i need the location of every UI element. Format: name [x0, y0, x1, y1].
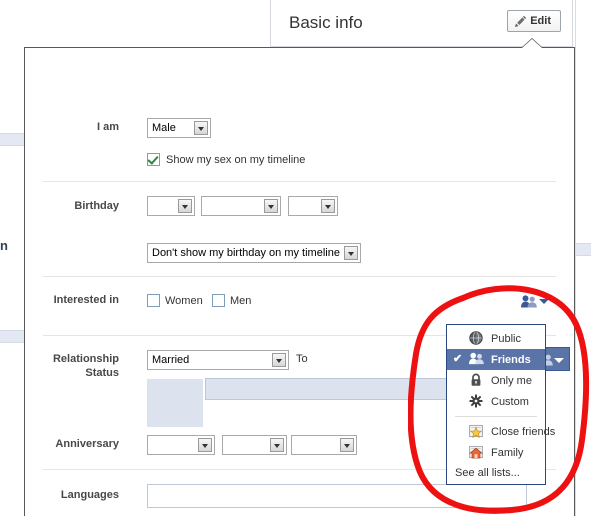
pencil-icon: [515, 15, 527, 27]
anniversary-month-select[interactable]: [147, 435, 215, 455]
row-label-gender: I am: [96, 121, 119, 133]
menu-item-label: Friends: [491, 353, 531, 366]
relationship-status-value: Married: [152, 354, 190, 366]
row-label-anniversary: Anniversary: [55, 438, 119, 450]
background-right-column: [575, 0, 591, 516]
chevron-down-icon: [198, 438, 212, 452]
edit-button[interactable]: Edit: [507, 10, 561, 32]
privacy-audience-menu: Public ✔ Friends Only me Custom Close fr…: [446, 324, 555, 485]
chevron-down-icon: [554, 358, 564, 363]
interested-women-checkbox[interactable]: [147, 294, 160, 307]
menu-item-close-friends[interactable]: Close friends: [447, 421, 555, 442]
menu-item-custom[interactable]: Custom: [447, 391, 545, 412]
dialog-pointer: [522, 39, 542, 48]
interested-men-checkbox[interactable]: [212, 294, 225, 307]
chevron-down-icon: [321, 199, 335, 213]
page-title: Basic info: [289, 13, 363, 32]
languages-input[interactable]: [147, 484, 527, 508]
show-sex-checkbox-label: Show my sex on my timeline: [166, 154, 306, 166]
menu-item-family[interactable]: Family: [447, 442, 545, 463]
home-list-icon: [469, 445, 483, 459]
row-label-relationship-status: Relationship Status: [52, 353, 119, 379]
chevron-down-icon: [178, 199, 192, 213]
chevron-down-icon: [272, 353, 286, 367]
chevron-down-icon: [264, 199, 278, 213]
chevron-down-icon: [340, 438, 354, 452]
menu-item-label: Close friends: [491, 425, 556, 438]
birthday-day-select[interactable]: [201, 196, 281, 216]
check-icon: ✔: [453, 353, 463, 365]
birthday-visibility-value: Don't show my birthday on my timeline: [152, 247, 340, 259]
row-divider: [43, 276, 556, 277]
row-divider: [43, 181, 556, 182]
birthday-year-select[interactable]: [288, 196, 338, 216]
menu-item-label: Family: [491, 446, 524, 459]
birthday-visibility-select[interactable]: Don't show my birthday on my timeline: [147, 243, 361, 263]
menu-item-label: Custom: [491, 395, 529, 408]
gender-select[interactable]: Male: [147, 118, 211, 138]
menu-item-label: Public: [491, 332, 521, 345]
friends-icon: [469, 352, 484, 366]
menu-item-friends[interactable]: ✔ Friends: [447, 349, 545, 370]
globe-icon: [469, 331, 483, 345]
chevron-down-icon: [344, 246, 358, 260]
background-bar: [0, 330, 26, 343]
birthday-month-select[interactable]: [147, 196, 195, 216]
background-bar: [0, 133, 26, 146]
chevron-down-icon: [539, 299, 549, 304]
background-text-fragment: n: [0, 238, 8, 253]
gear-icon: [469, 394, 483, 408]
menu-item-public[interactable]: Public: [447, 328, 545, 349]
row-label-languages: Languages: [60, 489, 119, 501]
anniversary-day-select[interactable]: [222, 435, 287, 455]
chevron-down-icon: [270, 438, 284, 452]
menu-item-see-all-lists[interactable]: See all lists...: [447, 463, 545, 482]
gender-select-value: Male: [152, 122, 176, 134]
menu-item-label: Only me: [491, 374, 532, 387]
row-label-birthday: Birthday: [74, 200, 119, 212]
anniversary-year-select[interactable]: [291, 435, 357, 455]
edit-button-label: Edit: [530, 15, 551, 27]
interested-men-label: Men: [230, 295, 252, 307]
show-sex-checkbox[interactable]: [147, 153, 160, 166]
lock-icon: [469, 373, 483, 387]
relationship-status-select[interactable]: Married: [147, 350, 289, 370]
menu-item-label: See all lists...: [455, 466, 520, 479]
menu-divider: [455, 416, 537, 417]
menu-item-only-me[interactable]: Only me: [447, 370, 545, 391]
background-right-bar: [576, 243, 591, 256]
friends-icon: [521, 295, 537, 311]
relationship-to-text: To: [296, 353, 308, 365]
audience-selector-interested-in[interactable]: [519, 293, 553, 309]
partner-photo-placeholder: [147, 379, 203, 427]
row-label-interested-in: Interested in: [53, 294, 119, 306]
chevron-down-icon: [194, 121, 208, 135]
star-list-icon: [469, 424, 483, 439]
interested-women-label: Women: [165, 295, 203, 307]
